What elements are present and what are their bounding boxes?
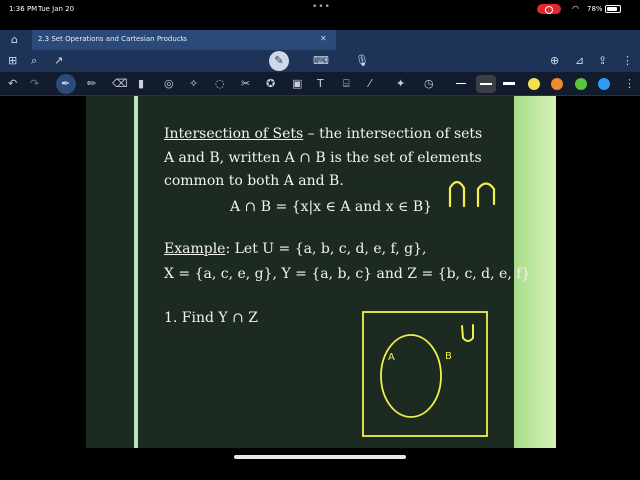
laser-pointer-icon[interactable]: ⁄ (369, 77, 371, 91)
redo-icon[interactable]: ↷ (30, 77, 39, 91)
undo-icon[interactable]: ↶ (8, 77, 17, 91)
share-icon[interactable]: ↗ (54, 53, 63, 69)
battery-percent: 78% (587, 5, 603, 13)
main-toolbar: ⊞ ⌕ ↗ ✎ ⌨ 🎙 ⊕ ⊿ ⇪ ⋮ (0, 50, 640, 72)
elements-icon[interactable]: ✧ (189, 77, 198, 91)
wifi-icon: ◠ (572, 4, 579, 13)
stroke-thick[interactable] (503, 82, 515, 85)
export-icon[interactable]: ⇪ (598, 53, 607, 69)
more-icon[interactable]: ⋮ (622, 53, 633, 69)
grid-view-icon[interactable]: ⊞ (8, 53, 17, 69)
color-swatch-yellow[interactable] (528, 78, 540, 90)
stroke-thin[interactable] (456, 83, 466, 84)
close-tab-icon[interactable]: ✕ (320, 34, 327, 43)
magic-wand-icon[interactable]: ✦ (396, 77, 405, 91)
multitask-dots-icon[interactable]: ••• (312, 2, 331, 12)
slide-page[interactable]: Intersection of Sets – the intersection … (86, 96, 556, 448)
add-page-icon[interactable]: ⊕ (550, 53, 559, 69)
microphone-icon[interactable]: 🎙 (355, 53, 369, 69)
handwritten-intersection-symbols (448, 180, 496, 208)
color-swatch-green[interactable] (575, 78, 587, 90)
chevron-down-icon[interactable]: ⌄ (180, 35, 185, 42)
battery-icon (605, 5, 621, 13)
venn-a-label-ink: A (388, 352, 395, 363)
screen-recording-icon[interactable] (537, 4, 561, 14)
tab-title: 2.3 Set Operations and Cartesian Product… (38, 35, 188, 43)
sticker-icon[interactable]: ✂ (241, 77, 250, 91)
image-icon[interactable]: ▣ (292, 77, 302, 91)
bookmark-icon[interactable]: ⊿ (575, 53, 584, 69)
ink-cap-1 (448, 180, 466, 208)
venn-u-label-ink (461, 324, 474, 342)
search-icon[interactable]: ⌕ (31, 53, 37, 69)
ink-annotations[interactable]: A B (86, 96, 556, 448)
document-tab[interactable]: 2.3 Set Operations and Cartesian Product… (32, 30, 336, 50)
venn-set-a-ellipse (380, 334, 442, 418)
drawing-tools: ↶ ↷ ✒ ✏ ⌫ ▮ ◎ ✧ ◌ ✂ ✪ ▣ T ⌸ ⁄ ✦ ◷ ⋮ (0, 72, 640, 96)
status-time: 1:36 PM (9, 5, 38, 13)
lasso-icon[interactable]: ◌ (215, 77, 225, 91)
note-canvas[interactable]: Intersection of Sets – the intersection … (0, 96, 640, 456)
textbox-icon[interactable]: T (317, 77, 324, 91)
status-date: Tue Jan 20 (38, 5, 75, 13)
camera-icon[interactable]: ⌸ (343, 77, 350, 91)
venn-b-label-ink: B (445, 351, 452, 362)
stroke-medium[interactable] (480, 83, 492, 85)
pen-tool-icon[interactable]: ✒ (61, 77, 70, 91)
ink-cap-2 (476, 182, 496, 208)
status-bar: 1:36 PM Tue Jan 20 ••• ◠ 78% (0, 0, 640, 18)
tab-bar: ⌂ 2.3 Set Operations and Cartesian Produ… (0, 30, 640, 50)
keyboard-icon[interactable]: ⌨ (313, 53, 329, 69)
star-icon[interactable]: ✪ (266, 77, 275, 91)
eraser-icon[interactable]: ⌫ (112, 77, 128, 91)
pencil-icon[interactable]: ✏ (87, 77, 96, 91)
more-tools-icon[interactable]: ⋮ (624, 77, 635, 91)
color-swatch-orange[interactable] (551, 78, 563, 90)
highlighter-icon[interactable]: ▮ (138, 77, 144, 91)
home-indicator[interactable] (234, 455, 406, 459)
shape-tool-icon[interactable]: ◎ (164, 77, 174, 91)
history-icon[interactable]: ◷ (424, 77, 434, 91)
color-swatch-blue[interactable] (598, 78, 610, 90)
home-icon[interactable]: ⌂ (11, 33, 18, 46)
pen-mode-icon[interactable]: ✎ (269, 51, 289, 71)
